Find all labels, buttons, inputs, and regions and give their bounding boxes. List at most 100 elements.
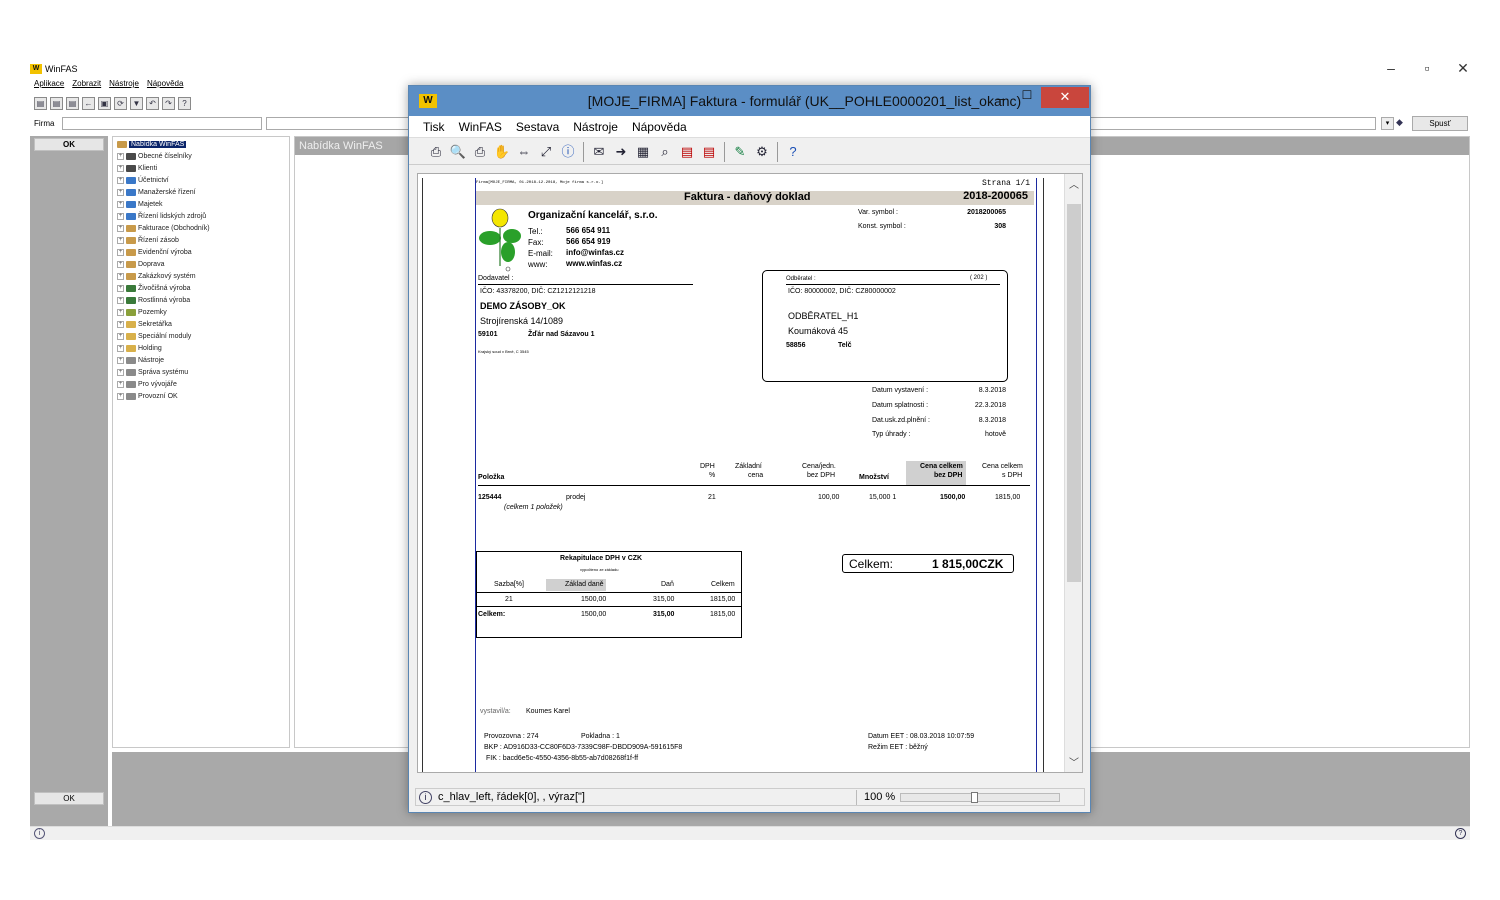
expand-icon[interactable]: + [117,272,124,280]
scroll-up-icon[interactable]: ︿ [1065,176,1082,191]
scroll-down-icon[interactable]: ﹀ [1065,754,1082,769]
expand-icon[interactable]: + [117,200,124,208]
menu-sestava[interactable]: Sestava [516,120,559,134]
edit-icon[interactable]: ✎ [731,143,749,161]
tree-item[interactable]: + Klienti [117,162,157,174]
expand-icon[interactable]: + [117,224,124,232]
tree-item[interactable]: + Zakázkový systém [117,270,196,282]
ok-bottom-button[interactable]: OK [34,792,104,805]
settings-icon[interactable]: ⚙ [753,143,771,161]
expand-icon[interactable]: + [117,152,124,160]
pdf-icon[interactable]: ▤ [678,143,696,161]
tree-item[interactable]: + Speciální moduly [117,330,191,342]
menu-aplikace[interactable]: Aplikace [34,79,64,88]
database-icon[interactable]: ◆ [1396,117,1408,130]
tree-item[interactable]: + Správa systému [117,366,188,378]
menu-nastroje[interactable]: Nástroje [573,120,618,134]
expand-icon[interactable]: + [117,284,124,292]
dialog-close-button[interactable]: ✕ [1041,87,1089,108]
expand-icon[interactable]: + [117,188,124,196]
scrollbar-thumb[interactable] [1067,204,1081,582]
chevron-down-icon[interactable]: ▾ [1381,117,1394,130]
tree-item[interactable]: + Provozní OK [117,390,178,402]
document-preview[interactable]: Firma[MOJE_FIRMA, 01.2018-12.2018, Moje … [417,173,1083,773]
table-icon[interactable]: ▦ [634,143,652,161]
expand-icon[interactable]: + [117,308,124,316]
email-label: E-mail: [528,249,553,258]
dialog-minimize-button[interactable]: – [992,90,1010,108]
fit-page-icon[interactable]: ⤢ [537,143,555,161]
tree-item[interactable]: + Pro vývojáře [117,378,177,390]
expand-icon[interactable]: + [117,176,124,184]
tree-item[interactable]: + Živočišná výroba [117,282,191,294]
tree-item[interactable]: + Řízení zásob [117,234,179,246]
tree-item[interactable]: + Obecné číselníky [117,150,192,162]
menu-zobrazit[interactable]: Zobrazit [72,79,101,88]
tree-item[interactable]: + Doprava [117,258,164,270]
expand-icon[interactable]: + [117,344,124,352]
menu-tisk[interactable]: Tisk [423,120,445,134]
help-icon[interactable]: ? [784,143,802,161]
menu-napoveda[interactable]: Nápověda [147,79,183,88]
expand-icon[interactable]: + [117,260,124,268]
vertical-scrollbar[interactable]: ︿ ﹀ [1064,174,1082,772]
tree-item[interactable]: + Pozemky [117,306,167,318]
printer-setup-icon[interactable]: ⎙ [471,143,489,161]
spust-button[interactable]: Spusť [1412,116,1468,131]
restore-button[interactable]: ▫ [1420,60,1434,77]
firma-input[interactable] [62,117,262,130]
document-icon[interactable]: ▣ [98,96,111,110]
ok-button[interactable]: OK [34,138,104,151]
tree-item[interactable]: + Manažerské řízení [117,186,196,198]
panel-icon[interactable]: ▤ [50,96,63,110]
pdf-export-icon[interactable]: ▤ [700,143,718,161]
print-icon[interactable]: ⎙ [427,143,445,161]
tree-item[interactable]: + Sekretářka [117,318,172,330]
back-icon[interactable]: ← [82,96,95,110]
menu-nastroje[interactable]: Nástroje [109,79,139,88]
expand-icon[interactable]: + [117,296,124,304]
hand-icon[interactable]: ✋ [493,143,511,161]
tree-item[interactable]: + Účetnictví [117,174,169,186]
tree-item[interactable]: + Majetek [117,198,163,210]
redo-icon[interactable]: ↷ [162,96,175,110]
export-icon[interactable]: ➜ [612,143,630,161]
undo-icon[interactable]: ↶ [146,96,159,110]
expand-icon[interactable]: + [117,236,124,244]
fit-width-icon[interactable]: ⇔ [515,143,533,161]
refresh-icon[interactable]: ⟳ [114,96,127,110]
panel-icon[interactable]: ▤ [34,96,47,110]
tree-item[interactable]: + Evidenční výroba [117,246,192,258]
expand-icon[interactable]: + [117,368,124,376]
filter-icon[interactable]: ▼ [130,96,143,110]
tree-item[interactable]: + Rostlinná výroba [117,294,190,306]
tree-root[interactable]: Nabídka WinFAS [117,138,187,150]
expand-icon[interactable]: + [117,392,124,400]
expand-icon[interactable]: + [117,164,124,172]
email-icon[interactable]: ✉ [590,143,608,161]
zoom-slider[interactable] [900,792,1060,803]
search-icon[interactable]: ⌕ [656,143,674,161]
expand-icon[interactable]: + [117,320,124,328]
menu-winfas[interactable]: WinFAS [459,120,502,134]
expand-icon[interactable]: + [117,332,124,340]
dialog-titlebar[interactable]: W [MOJE_FIRMA] Faktura - formulář (UK__P… [409,86,1090,116]
zoom-slider-handle[interactable] [971,792,978,803]
expand-icon[interactable]: + [117,212,124,220]
tree-item[interactable]: + Fakturace (Obchodník) [117,222,210,234]
menu-napoveda[interactable]: Nápověda [632,120,687,134]
minimize-button[interactable]: – [1384,60,1398,77]
expand-icon[interactable]: + [117,248,124,256]
expand-icon[interactable]: + [117,380,124,388]
close-button[interactable]: ✕ [1456,60,1470,77]
help-icon[interactable]: ? [1455,828,1466,839]
tree-item[interactable]: + Řízení lidských zdrojů [117,210,206,222]
help-icon[interactable]: ? [178,96,191,110]
dialog-maximize-button[interactable]: ☐ [1018,88,1036,106]
print-preview-icon[interactable]: 🔍 [449,143,467,161]
expand-icon[interactable]: + [117,356,124,364]
panel-icon[interactable]: ▤ [66,96,79,110]
tree-item[interactable]: + Holding [117,342,162,354]
tree-item[interactable]: + Nástroje [117,354,164,366]
info-icon[interactable]: ⓘ [559,143,577,161]
